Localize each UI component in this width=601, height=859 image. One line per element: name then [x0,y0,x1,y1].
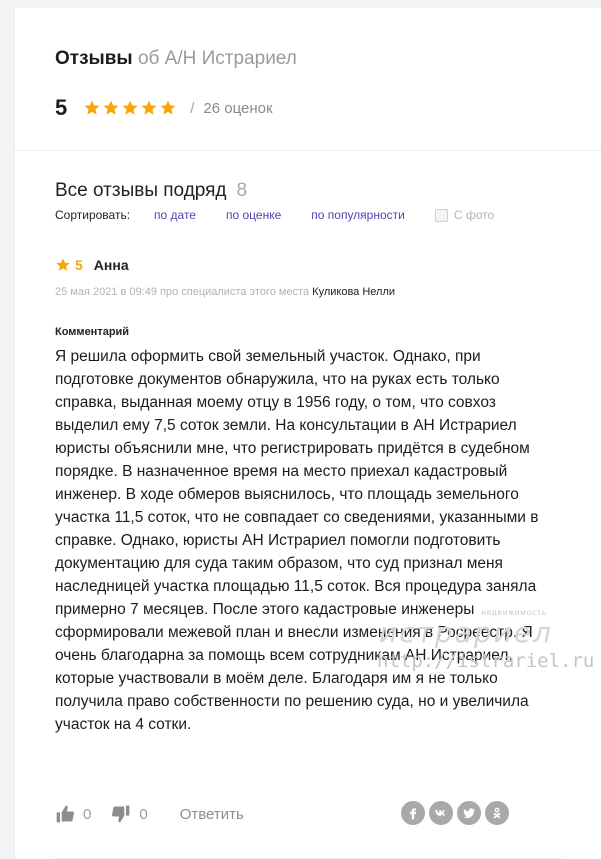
sort-bar: Сортировать: по дате по оценке по популя… [55,207,494,223]
photo-filter-label: С фото [453,208,495,222]
thumbs-up-icon[interactable] [55,804,75,824]
rating-value: 5 [55,95,68,120]
review-actions: 0 0 Ответить [55,802,244,826]
page-title: Отзывы об А/Н Истрариел [55,48,297,70]
sort-by-rating-link[interactable]: по оценке [226,208,281,222]
rating-separator: / [190,99,195,117]
star-icon [141,100,157,115]
review-date: 25 мая 2021 в 09:49 про специалиста этог… [55,286,310,298]
photo-filter-checkbox[interactable] [434,208,448,222]
thumbs-down-icon[interactable] [111,804,131,824]
title-bold: Отзывы [55,48,133,69]
likes-count: 0 [83,805,92,823]
all-reviews-count: 8 [236,180,248,201]
all-reviews-label: Все отзывы подряд [55,180,227,201]
review-header: 5 Анна [55,256,129,274]
review-text: Я решила оформить свой земельный участок… [55,348,539,733]
specialist-link[interactable]: Куликова Нелли [312,286,395,298]
reviews-card: Отзывы об А/Н Истрариел 5 / 26 оценок Вс… [14,8,601,859]
share-buttons [401,801,509,825]
all-reviews-title: Все отзывы подряд 8 [55,180,247,202]
sort-by-popularity-link[interactable]: по популярности [311,208,405,222]
twitter-icon[interactable] [457,801,481,825]
vk-icon[interactable] [429,801,453,825]
title-rest: об А/Н Истрариел [137,48,297,69]
dislikes-count: 0 [139,805,148,823]
facebook-icon[interactable] [401,801,425,825]
rating-summary: 5 / 26 оценок [55,94,273,122]
star-icon [84,100,100,115]
star-icon [122,100,138,115]
photo-filter[interactable]: С фото [434,208,495,222]
star-icon [103,100,119,115]
star-icon [160,100,176,115]
sort-by-date-link[interactable]: по дате [154,208,196,222]
review-author: Анна [93,257,129,273]
section-divider [15,150,601,151]
review-meta: 25 мая 2021 в 09:49 про специалиста этог… [55,286,395,298]
reply-button[interactable]: Ответить [180,806,244,823]
comment-label: Комментарий [55,326,130,338]
sort-label: Сортировать: [55,208,131,222]
star-icon [56,258,70,271]
rating-count: 26 оценок [203,99,273,117]
review-score: 5 [75,257,83,273]
odnoklassniki-icon[interactable] [485,801,509,825]
rating-stars [83,99,177,117]
